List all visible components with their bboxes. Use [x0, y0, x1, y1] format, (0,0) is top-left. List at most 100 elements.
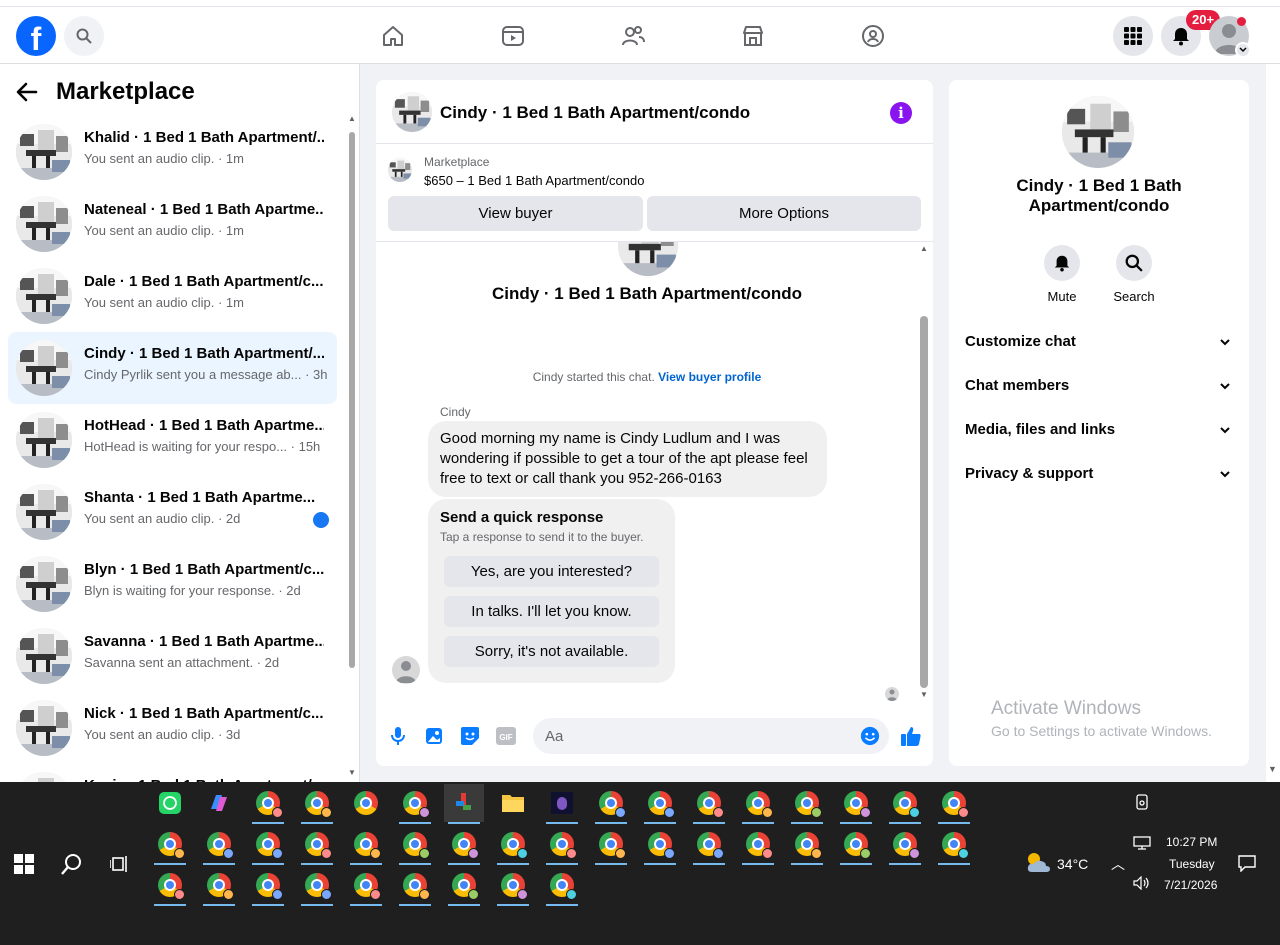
chrome-taskbar-button[interactable]: [248, 866, 288, 906]
chrome-taskbar-button[interactable]: [248, 825, 288, 865]
incoming-message-bubble[interactable]: Good morning my name is Cindy Ludlum and…: [428, 421, 827, 497]
chrome-taskbar-button[interactable]: [836, 825, 876, 865]
listing-thumbnail[interactable]: [388, 158, 412, 182]
groups-tab[interactable]: [833, 12, 913, 60]
chrome-taskbar-button[interactable]: [395, 784, 435, 824]
customize-chat-row[interactable]: Customize chat: [965, 324, 1233, 360]
quick-reply-button[interactable]: In talks. I'll let you know.: [444, 596, 659, 627]
privacy-support-row[interactable]: Privacy & support: [965, 456, 1233, 492]
chrome-taskbar-button[interactable]: [689, 784, 729, 824]
conversation-item[interactable]: Savanna · 1 Bed 1 Bath Apartme... Savanna…: [8, 620, 337, 692]
file-explorer-taskbar-button[interactable]: [493, 784, 533, 822]
mute-button[interactable]: [1044, 245, 1080, 281]
conversation-item[interactable]: Dale · 1 Bed 1 Bath Apartment/c... You se…: [8, 260, 337, 332]
task-view-button[interactable]: [108, 852, 132, 876]
chrome-taskbar-button[interactable]: [542, 825, 582, 865]
view-buyer-profile-link[interactable]: View buyer profile: [658, 370, 761, 384]
volume-icon[interactable]: [1133, 876, 1151, 890]
chrome-taskbar-button[interactable]: [199, 825, 239, 865]
conversation-item[interactable]: Khalid · 1 Bed 1 Bath Apartment/... You s…: [8, 116, 337, 188]
page-scrollbar[interactable]: ▼: [1266, 64, 1280, 782]
clock-day[interactable]: Tuesday: [1169, 857, 1215, 871]
chat-scrollbar[interactable]: ▲ ▼: [918, 244, 930, 700]
facebook-logo[interactable]: f: [16, 16, 56, 56]
like-button[interactable]: [899, 724, 923, 748]
conversation-item[interactable]: Kenia · 1 Bed 1 Bath Apartment/...: [8, 764, 337, 782]
scroll-up-arrow[interactable]: ▲: [348, 114, 356, 123]
quick-reply-button[interactable]: Yes, are you interested?: [444, 556, 659, 587]
friends-tab[interactable]: [593, 12, 673, 60]
quick-reply-button[interactable]: Sorry, it's not available.: [444, 636, 659, 667]
chrome-taskbar-button[interactable]: [542, 866, 582, 906]
chrome-taskbar-button[interactable]: [493, 825, 533, 865]
scroll-down-arrow[interactable]: ▼: [920, 690, 928, 699]
chrome-taskbar-button[interactable]: [836, 784, 876, 824]
chrome-taskbar-button[interactable]: [297, 825, 337, 865]
info-icon[interactable]: i: [890, 102, 912, 124]
weather-icon[interactable]: [1024, 850, 1052, 874]
chrome-taskbar-button[interactable]: [395, 825, 435, 865]
chrome-taskbar-button[interactable]: [346, 784, 386, 822]
listing-title[interactable]: $650 – 1 Bed 1 Bath Apartment/condo: [424, 173, 644, 188]
chrome-taskbar-button[interactable]: [738, 825, 778, 865]
conversation-item[interactable]: Shanta · 1 Bed 1 Bath Apartme... You sent…: [8, 476, 337, 548]
chat-members-row[interactable]: Chat members: [965, 368, 1233, 404]
chrome-taskbar-button[interactable]: [346, 825, 386, 865]
clock-time[interactable]: 10:27 PM: [1166, 835, 1217, 849]
chrome-taskbar-button[interactable]: [738, 784, 778, 824]
search-in-chat-button[interactable]: [1116, 245, 1152, 281]
mute-action[interactable]: Mute: [1026, 245, 1098, 304]
conversation-item[interactable]: Nick · 1 Bed 1 Bath Apartment/c... You se…: [8, 692, 337, 764]
conversation-item[interactable]: HotHead · 1 Bed 1 Bath Apartme... HotHead…: [8, 404, 337, 476]
chrome-taskbar-button[interactable]: [640, 784, 680, 824]
account-menu-chevron[interactable]: [1235, 42, 1251, 58]
chrome-taskbar-button[interactable]: [150, 866, 190, 906]
chrome-taskbar-button[interactable]: [493, 866, 533, 906]
notification-center-icon[interactable]: [1238, 854, 1256, 872]
attach-photo-button[interactable]: [424, 726, 444, 746]
sidebar-scroll-thumb[interactable]: [349, 132, 355, 668]
chrome-taskbar-button[interactable]: [934, 825, 974, 865]
touch-keyboard-button[interactable]: [1130, 790, 1154, 814]
chrome-taskbar-button[interactable]: [640, 825, 680, 865]
conversation-item[interactable]: Blyn · 1 Bed 1 Bath Apartment/c... Blyn i…: [8, 548, 337, 620]
menu-button[interactable]: [1113, 16, 1153, 56]
home-tab[interactable]: [353, 12, 433, 60]
chrome-taskbar-button[interactable]: [199, 866, 239, 906]
scroll-down-arrow[interactable]: ▼: [348, 768, 356, 777]
chrome-taskbar-button[interactable]: [444, 825, 484, 865]
sticker-button[interactable]: [460, 726, 480, 746]
show-hidden-icons-button[interactable]: ︿: [1111, 854, 1125, 874]
chrome-taskbar-button[interactable]: [395, 866, 435, 906]
chrome-taskbar-button[interactable]: [934, 784, 974, 824]
chrome-taskbar-button[interactable]: [689, 825, 729, 865]
scroll-up-arrow[interactable]: ▲: [920, 244, 928, 253]
chrome-taskbar-button[interactable]: [248, 784, 288, 824]
conversation-item[interactable]: Nateneal · 1 Bed 1 Bath Apartme... You se…: [8, 188, 337, 260]
copilot-taskbar-button[interactable]: [199, 784, 239, 822]
chrome-taskbar-button[interactable]: [885, 784, 925, 824]
start-button[interactable]: [12, 852, 36, 876]
chrome-taskbar-button[interactable]: [591, 825, 631, 865]
chrome-taskbar-button[interactable]: [885, 825, 925, 865]
more-options-button[interactable]: More Options: [647, 196, 921, 231]
message-input[interactable]: Aa: [533, 718, 889, 754]
emoji-icon[interactable]: [860, 726, 880, 746]
back-button[interactable]: [16, 76, 48, 108]
conversation-item[interactable]: Cindy · 1 Bed 1 Bath Apartment/... Cindy …: [8, 332, 337, 404]
pinned-app-taskbar-button[interactable]: [542, 784, 582, 824]
chrome-taskbar-button[interactable]: [787, 784, 827, 824]
network-icon[interactable]: [1133, 836, 1151, 850]
details-avatar[interactable]: [1062, 96, 1134, 168]
search-button[interactable]: [64, 16, 104, 56]
pinned-app-taskbar-button[interactable]: [444, 784, 484, 824]
chat-title[interactable]: Cindy · 1 Bed 1 Bath Apartment/condo: [440, 103, 750, 123]
search-action[interactable]: Search: [1098, 245, 1170, 304]
media-files-links-row[interactable]: Media, files and links: [965, 412, 1233, 448]
whatsapp-taskbar-button[interactable]: [150, 784, 190, 822]
chrome-taskbar-button[interactable]: [150, 825, 190, 865]
taskbar-search-button[interactable]: [60, 852, 84, 876]
chrome-taskbar-button[interactable]: [591, 784, 631, 824]
view-buyer-button[interactable]: View buyer: [388, 196, 643, 231]
marketplace-tab[interactable]: [713, 12, 793, 60]
